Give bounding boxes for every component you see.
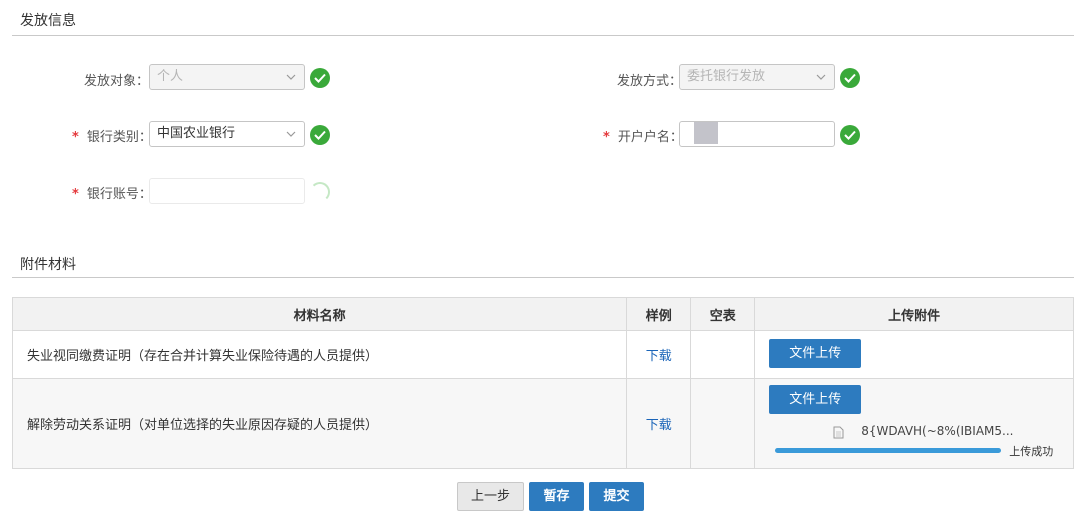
file-icon — [833, 426, 844, 439]
account-name-label-text: 开户户名： — [617, 130, 683, 145]
header-material-name: 材料名称 — [11, 297, 628, 331]
required-mark: * — [72, 187, 79, 202]
upload-cell: 文件上传 8{WDAVH(~8%(IBIAM5... 上传成功 — [754, 378, 1074, 469]
sample-cell: 下载 — [626, 330, 692, 379]
table-row: 失业视同缴费证明（存在合并计算失业保险待遇的人员提供） 下载 文件上传 — [11, 330, 1074, 379]
header-blank-form: 空表 — [690, 297, 756, 331]
uploaded-file-name[interactable]: 8{WDAVH(~8%(IBIAM5... — [861, 424, 1013, 438]
attachments-table: 材料名称 样例 空表 上传附件 失业视同缴费证明（存在合并计算失业保险待遇的人员… — [11, 297, 1074, 469]
method-select-value: 委托银行发放 — [687, 69, 766, 84]
upload-progress-bar — [775, 448, 1002, 453]
sample-cell: 下载 — [626, 378, 692, 469]
download-link[interactable]: 下载 — [646, 349, 672, 364]
account-no-input[interactable] — [149, 178, 305, 204]
chevron-down-icon — [286, 74, 296, 80]
method-label: 发放方式： — [617, 74, 683, 89]
payee-label: 发放对象： — [84, 74, 150, 89]
save-draft-button[interactable]: 暂存 — [529, 482, 584, 511]
material-name-cell: 失业视同缴费证明（存在合并计算失业保险待遇的人员提供） — [11, 330, 628, 379]
table-row: 解除劳动关系证明（对单位选择的失业原因存疑的人员提供） 下载 文件上传 8{WD… — [11, 378, 1074, 469]
account-no-label: * 银行账号： — [72, 183, 152, 202]
material-name-cell: 解除劳动关系证明（对单位选择的失业原因存疑的人员提供） — [11, 378, 628, 469]
submit-button[interactable]: 提交 — [589, 482, 644, 511]
blank-form-cell — [690, 330, 756, 379]
table-header-row: 材料名称 样例 空表 上传附件 — [11, 297, 1074, 331]
bank-type-select-value: 中国农业银行 — [157, 126, 236, 141]
upload-cell: 文件上传 — [754, 330, 1074, 379]
section-title-payment-info: 发放信息 — [12, 10, 1074, 36]
account-name-label: * 开户户名： — [603, 126, 683, 145]
header-sample: 样例 — [626, 297, 692, 331]
file-upload-button[interactable]: 文件上传 — [769, 339, 862, 368]
method-select[interactable]: 委托银行发放 — [679, 64, 835, 90]
redacted-block — [694, 122, 718, 144]
check-icon — [840, 68, 860, 88]
validation-spinner-icon — [310, 182, 330, 202]
payee-select[interactable]: 个人 — [149, 64, 305, 90]
check-icon — [840, 125, 860, 145]
blank-form-cell — [690, 378, 756, 469]
account-no-label-text: 银行账号： — [86, 187, 152, 202]
chevron-down-icon — [816, 74, 826, 80]
required-mark: * — [72, 130, 79, 145]
upload-status-text: 上传成功 — [1009, 445, 1054, 458]
check-icon — [310, 125, 330, 145]
check-icon — [310, 68, 330, 88]
bank-type-label: * 银行类别： — [72, 126, 152, 145]
required-mark: * — [603, 130, 610, 145]
uploaded-file: 8{WDAVH(~8%(IBIAM5... 上传成功 — [769, 424, 1073, 458]
account-name-input[interactable] — [679, 121, 835, 147]
bank-type-select[interactable]: 中国农业银行 — [149, 121, 305, 147]
prev-step-button[interactable]: 上一步 — [457, 482, 524, 511]
header-upload: 上传附件 — [754, 297, 1074, 331]
download-link[interactable]: 下载 — [646, 418, 672, 433]
file-upload-button[interactable]: 文件上传 — [769, 385, 862, 414]
section-title-attachments: 附件材料 — [12, 254, 1074, 278]
bank-type-label-text: 银行类别： — [86, 130, 152, 145]
payee-select-value: 个人 — [157, 69, 184, 84]
chevron-down-icon — [286, 131, 296, 137]
